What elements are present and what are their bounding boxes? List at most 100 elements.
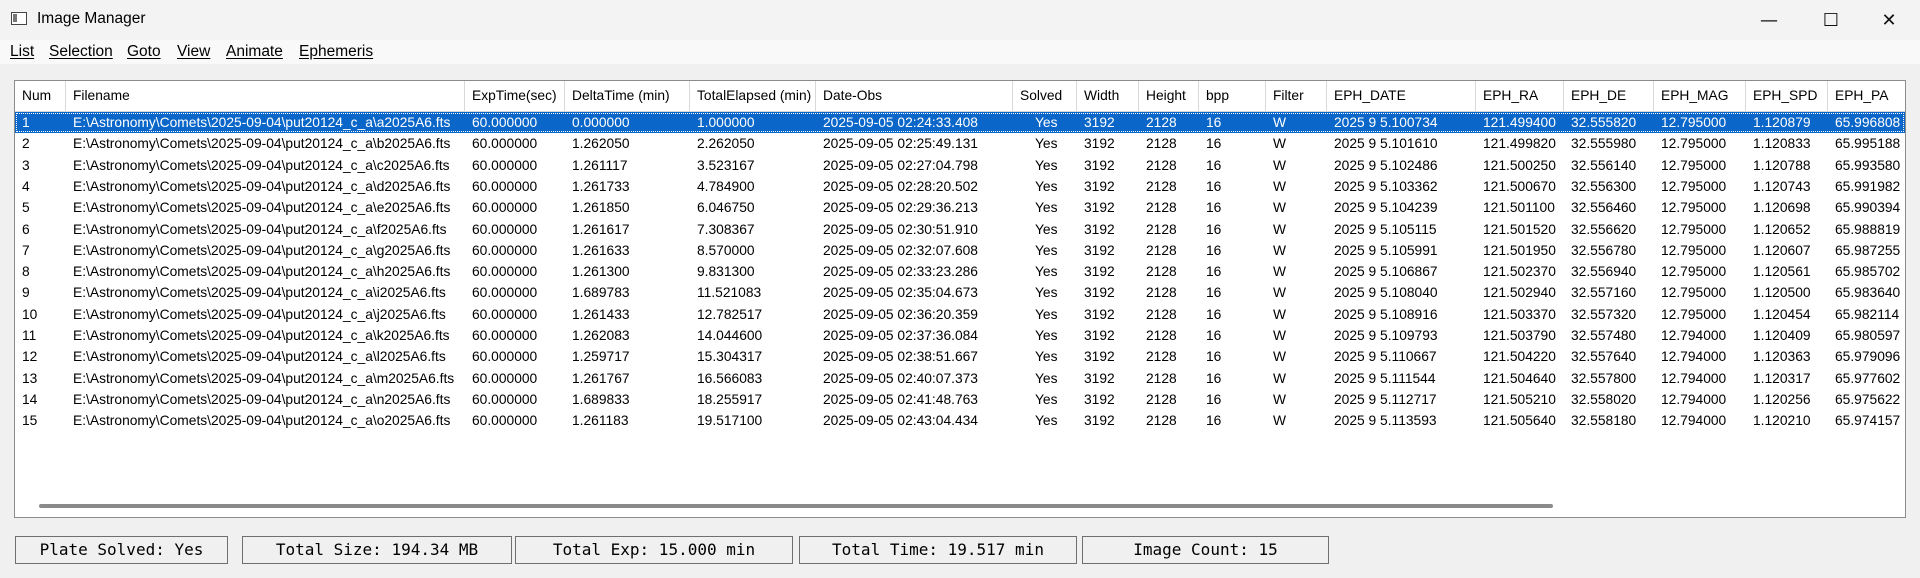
column-header-solved[interactable]: Solved: [1013, 81, 1077, 111]
table-row[interactable]: 9 E:\Astronomy\Comets\2025-09-04\put20124…: [15, 282, 1905, 303]
column-header-filter[interactable]: Filter: [1266, 81, 1327, 111]
table-row[interactable]: 15 E:\Astronomy\Comets\2025-09-04\put2012…: [15, 410, 1905, 431]
table-row[interactable]: 4 E:\Astronomy\Comets\2025-09-04\put20124…: [15, 176, 1905, 197]
cell-solved: Yes: [1035, 157, 1058, 173]
cell-eph-date: 2025 9 5.113593: [1334, 413, 1437, 429]
cell-eph-ra: 121.504640: [1483, 370, 1556, 386]
cell-totalelapsed: 8.570000: [697, 242, 755, 258]
status-plate-solved: Plate Solved: Yes: [15, 536, 228, 564]
column-header-totalelapsed[interactable]: TotalElapsed (min): [690, 81, 816, 111]
cell-width: 3192: [1084, 242, 1115, 258]
cell-eph-mag: 12.795000: [1661, 242, 1727, 258]
cell-date-obs: 2025-09-05 02:33:23.286: [823, 264, 978, 280]
table-row[interactable]: 3 E:\Astronomy\Comets\2025-09-04\put20124…: [15, 155, 1905, 176]
image-table[interactable]: Num Filename ExpTime(sec) DeltaTime (min) To…: [14, 80, 1906, 518]
cell-deltatime: 1.259717: [572, 349, 630, 365]
cell-bpp: 16: [1206, 221, 1222, 237]
cell-bpp: 16: [1206, 285, 1222, 301]
cell-num: 13: [22, 370, 38, 386]
cell-deltatime: 1.689783: [572, 285, 630, 301]
cell-exptime: 60.000000: [472, 413, 538, 429]
cell-num: 10: [22, 306, 38, 322]
status-total-exp: Total Exp: 15.000 min: [515, 536, 793, 564]
cell-filter: W: [1273, 370, 1287, 386]
table-row[interactable]: 2 E:\Astronomy\Comets\2025-09-04\put20124…: [15, 133, 1905, 154]
cell-eph-mag: 12.795000: [1661, 200, 1727, 216]
cell-solved: Yes: [1035, 349, 1058, 365]
cell-deltatime: 1.262050: [572, 136, 630, 152]
cell-date-obs: 2025-09-05 02:24:33.408: [823, 115, 978, 130]
cell-exptime: 60.000000: [472, 285, 538, 301]
column-header-bpp[interactable]: bpp: [1199, 81, 1266, 111]
table-row[interactable]: 10 E:\Astronomy\Comets\2025-09-04\put2012…: [15, 304, 1905, 325]
table-row[interactable]: 5 E:\Astronomy\Comets\2025-09-04\put20124…: [15, 197, 1905, 218]
column-header-width[interactable]: Width: [1077, 81, 1139, 111]
table-row[interactable]: 8 E:\Astronomy\Comets\2025-09-04\put20124…: [15, 261, 1905, 282]
cell-bpp: 16: [1206, 264, 1222, 280]
column-header-eph-de[interactable]: EPH_DE: [1564, 81, 1654, 111]
cell-height: 2128: [1146, 349, 1177, 365]
cell-eph-ra: 121.502370: [1483, 264, 1556, 280]
cell-height: 2128: [1146, 200, 1177, 216]
minimize-button[interactable]: —: [1740, 0, 1798, 40]
column-header-eph-spd[interactable]: EPH_SPD: [1746, 81, 1828, 111]
cell-filename: E:\Astronomy\Comets\2025-09-04\put20124_…: [73, 328, 450, 343]
cell-eph-mag: 12.795000: [1661, 221, 1727, 237]
menu-goto[interactable]: Goto: [127, 43, 161, 61]
column-header-eph-mag[interactable]: EPH_MAG: [1654, 81, 1746, 111]
column-header-num[interactable]: Num: [15, 81, 66, 111]
menu-ephemeris[interactable]: Ephemeris: [299, 43, 373, 61]
cell-deltatime: 1.261300: [572, 264, 630, 280]
table-row[interactable]: 13 E:\Astronomy\Comets\2025-09-04\put2012…: [15, 368, 1905, 389]
column-header-exptime[interactable]: ExpTime(sec): [465, 81, 565, 111]
cell-eph-de: 32.557640: [1571, 349, 1637, 365]
cell-solved: Yes: [1035, 178, 1058, 194]
horizontal-scrollbar-thumb[interactable]: [39, 504, 1553, 508]
cell-eph-date: 2025 9 5.108916: [1334, 306, 1438, 322]
cell-totalelapsed: 18.255917: [697, 391, 763, 407]
column-header-height[interactable]: Height: [1139, 81, 1199, 111]
table-row[interactable]: 14 E:\Astronomy\Comets\2025-09-04\put2012…: [15, 389, 1905, 410]
column-header-date-obs[interactable]: Date-Obs: [816, 81, 1013, 111]
cell-exptime: 60.000000: [472, 136, 538, 152]
menu-animate[interactable]: Animate: [226, 43, 283, 61]
cell-eph-spd: 1.120698: [1753, 200, 1811, 216]
cell-eph-spd: 1.120607: [1753, 242, 1811, 258]
cell-solved: Yes: [1035, 115, 1058, 130]
table-row[interactable]: 1 E:\Astronomy\Comets\2025-09-04\put20124…: [15, 112, 1905, 133]
column-header-eph-pa[interactable]: EPH_PA: [1828, 81, 1905, 111]
table-row[interactable]: 6 E:\Astronomy\Comets\2025-09-04\put20124…: [15, 219, 1905, 240]
cell-num: 15: [22, 413, 38, 429]
cell-filter: W: [1273, 136, 1287, 152]
cell-deltatime: 1.261617: [572, 221, 630, 237]
cell-filename: E:\Astronomy\Comets\2025-09-04\put20124_…: [73, 157, 450, 173]
cell-eph-spd: 1.120561: [1753, 264, 1811, 280]
cell-eph-ra: 121.501520: [1483, 221, 1556, 237]
menu-list[interactable]: List: [10, 43, 34, 61]
cell-height: 2128: [1146, 157, 1177, 173]
status-total-time: Total Time: 19.517 min: [799, 536, 1077, 564]
column-header-eph-ra[interactable]: EPH_RA: [1476, 81, 1564, 111]
cell-eph-date: 2025 9 5.110667: [1334, 349, 1437, 365]
close-button[interactable]: ✕: [1860, 0, 1918, 40]
cell-exptime: 60.000000: [472, 328, 538, 343]
menu-selection[interactable]: Selection: [49, 43, 113, 61]
menu-view[interactable]: View: [177, 43, 210, 61]
cell-eph-pa: 65.980597: [1835, 328, 1901, 343]
maximize-button[interactable]: ☐: [1802, 0, 1860, 40]
column-header-deltatime[interactable]: DeltaTime (min): [565, 81, 690, 111]
column-header-filename[interactable]: Filename: [66, 81, 465, 111]
table-row[interactable]: 12 E:\Astronomy\Comets\2025-09-04\put2012…: [15, 346, 1905, 367]
cell-eph-date: 2025 9 5.101610: [1334, 136, 1438, 152]
cell-eph-mag: 12.794000: [1661, 370, 1727, 386]
cell-filename: E:\Astronomy\Comets\2025-09-04\put20124_…: [73, 370, 455, 386]
column-header-eph-date[interactable]: EPH_DATE: [1327, 81, 1476, 111]
table-row[interactable]: 11 E:\Astronomy\Comets\2025-09-04\put2012…: [15, 325, 1905, 346]
cell-filename: E:\Astronomy\Comets\2025-09-04\put20124_…: [73, 413, 451, 429]
cell-solved: Yes: [1035, 200, 1058, 216]
cell-eph-spd: 1.120743: [1753, 178, 1811, 194]
cell-height: 2128: [1146, 306, 1177, 322]
cell-bpp: 16: [1206, 200, 1222, 216]
cell-bpp: 16: [1206, 391, 1222, 407]
table-row[interactable]: 7 E:\Astronomy\Comets\2025-09-04\put20124…: [15, 240, 1905, 261]
